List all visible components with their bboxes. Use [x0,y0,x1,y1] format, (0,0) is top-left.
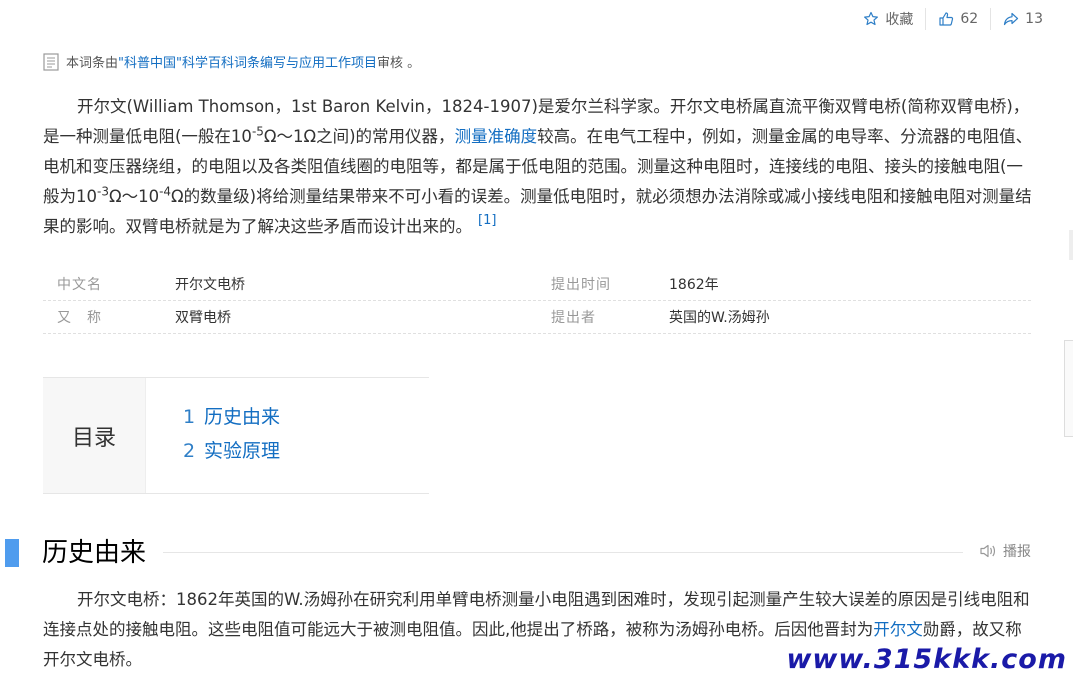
info-value: 1862年 [669,277,719,293]
play-label: 播报 [1003,544,1031,560]
review-note: 本词条由 "科普中国"科学百科词条编写与应用工作项目 审核 。 [43,52,420,71]
catalog-title: 目录 [43,378,146,493]
measurement-accuracy-link[interactable]: 测量准确度 [455,127,538,146]
summary-text: Ω～1Ω之间)的常用仪器， [263,127,455,146]
share-count: 13 [1025,11,1043,27]
share-icon [1003,11,1019,27]
lemma-summary: 开尔文(William Thomson，1st Baron Kelvin，182… [43,92,1033,244]
superscript: -4 [159,184,172,199]
thumbs-up-icon [938,11,954,27]
like-count: 62 [960,11,979,27]
catalog-list: 1 历史由来 2 实验原理 [146,378,280,493]
favorite-button[interactable]: 收藏 [851,8,925,30]
catalog: 目录 1 历史由来 2 实验原理 [43,377,429,494]
superscript: -3 [97,184,109,199]
star-icon [863,11,879,27]
info-value: 开尔文电桥 [175,277,245,293]
superscript: -5 [251,124,264,139]
catalog-item-label: 历史由来 [204,406,281,428]
speaker-icon [980,544,996,558]
catalog-item-number: 2 [183,440,196,462]
catalog-item-number: 1 [183,406,196,428]
kelvin-link[interactable]: 开尔文 [873,620,923,639]
side-tab[interactable] [1069,230,1073,260]
info-row: 又 称 双臂电桥 提出者 英国的W.汤姆孙 [43,301,1031,334]
info-cell: 又 称 双臂电桥 [43,307,537,327]
catalog-item-principle[interactable]: 2 实验原理 [183,434,280,468]
info-name: 又 称 [57,310,102,326]
info-name: 提出时间 [551,277,611,293]
section-title: 历史由来 [42,538,147,568]
info-name: 中文名 [57,277,102,293]
summary-text: Ω～10 [108,187,160,206]
like-button[interactable]: 62 [925,8,990,30]
info-cell: 提出者 英国的W.汤姆孙 [537,307,1031,327]
side-tab[interactable] [1064,340,1073,437]
share-button[interactable]: 13 [990,8,1055,30]
review-suffix: 审核 。 [376,56,421,71]
play-audio-button[interactable]: 播报 [969,541,1031,561]
info-value: 英国的W.汤姆孙 [669,310,770,326]
basic-info-table: 中文名 开尔文电桥 提出时间 1862年 又 称 双臂电桥 提出者 英国的W.汤… [43,268,1031,334]
watermark: www.315kkk.com [786,644,1067,675]
info-cell: 提出时间 1862年 [537,274,1031,294]
document-icon [43,52,59,71]
review-project-link[interactable]: "科普中国"科学百科词条编写与应用工作项目 [118,52,377,71]
catalog-item-history[interactable]: 1 历史由来 [183,400,280,434]
article-actions: 收藏 62 13 [851,8,1055,30]
info-cell: 中文名 开尔文电桥 [43,274,537,294]
section-accent-bar [5,539,19,567]
info-value: 双臂电桥 [175,310,231,326]
favorite-label: 收藏 [885,12,914,28]
section-divider [163,552,963,553]
info-row: 中文名 开尔文电桥 提出时间 1862年 [43,268,1031,301]
catalog-item-label: 实验原理 [204,440,281,462]
section-heading-history: 历史由来 播报 [0,533,1031,573]
reference-link[interactable]: [1] [478,213,496,228]
summary-text: Ω的数量级)将给测量结果带来不可小看的误差。测量低电阻时，就必须想办法消除或减小… [43,187,1032,236]
info-name: 提出者 [551,310,596,326]
review-prefix: 本词条由 [66,56,119,71]
